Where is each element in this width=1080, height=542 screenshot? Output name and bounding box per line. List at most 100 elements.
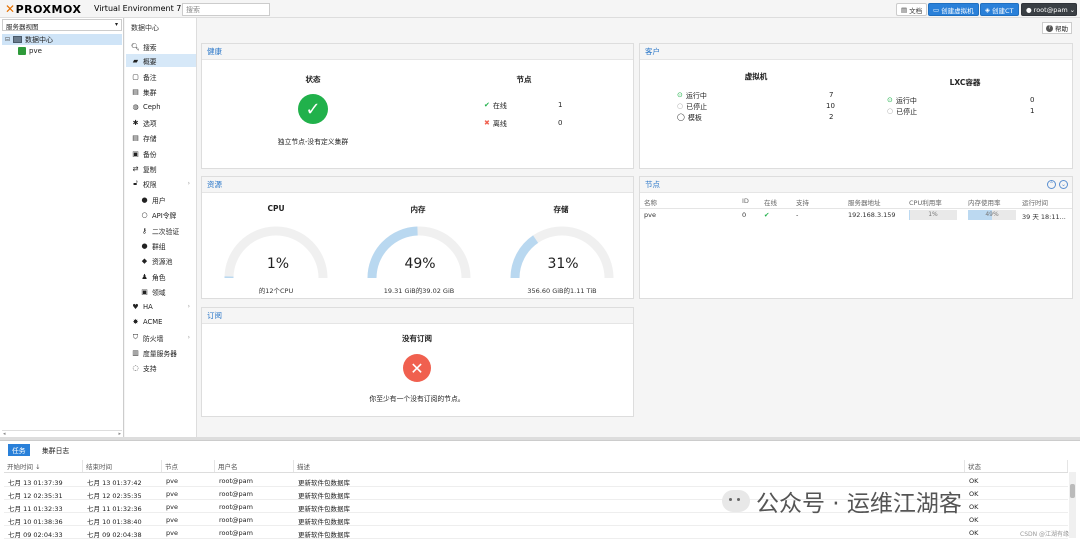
nav-item[interactable]: ✸ ACME (126, 315, 196, 328)
nav-item[interactable]: ▢ 备注 (126, 70, 196, 83)
vm-template-count: 2 (829, 113, 834, 121)
task-column-header[interactable]: 用户名 (215, 460, 294, 472)
task-desc-cell: 更新软件包数据库 (298, 518, 350, 526)
lxc-title: LXC容器 (949, 78, 981, 87)
nodes-column-header[interactable]: 服务器地址 (848, 197, 908, 207)
subscription-text: 你至少有一个没有订阅的节点。 (369, 395, 465, 403)
question-icon: ? (1046, 24, 1053, 32)
memory-gauge-value: 49% (404, 256, 436, 272)
nodes-column-header[interactable]: 名称 (644, 197, 740, 207)
nodes-column-header[interactable]: 在线 (764, 197, 794, 207)
panel-title: 健康 (202, 44, 633, 60)
docs-button[interactable]: ▤ 文档 (896, 3, 928, 16)
task-status-cell: OK (969, 477, 979, 485)
task-status-cell: OK (969, 503, 979, 511)
task-node-cell: pve (166, 477, 178, 485)
tree-item-node[interactable]: pve (18, 45, 118, 56)
vm-stopped-count: 10 (826, 102, 835, 110)
nav-item[interactable]: ◍ Ceph (126, 100, 196, 113)
nodes-column-header[interactable]: CPU利用率 (909, 197, 967, 207)
node-name-cell[interactable]: pve (644, 211, 656, 219)
task-status-cell: OK (969, 516, 979, 524)
book-icon: ▰ (132, 56, 139, 65)
user-menu-button[interactable]: ● root@pam ⌄ (1021, 3, 1077, 16)
storage-gauge-title: 存储 (553, 205, 569, 214)
nav-item[interactable]: ● 用户 (126, 193, 196, 206)
memory-gauge (367, 226, 471, 279)
nav-item[interactable]: ● 群组 (126, 239, 196, 252)
task-column-header[interactable]: 开始时间 ↓ (4, 460, 83, 472)
nodes-column-header[interactable]: ID (742, 197, 762, 205)
nav-item[interactable]: ♟ 角色 (126, 270, 196, 283)
tree-horizontal-scrollbar[interactable]: ◂ ▸ (2, 430, 122, 437)
nodes-column-header[interactable]: 内存使用率 (968, 197, 1020, 207)
nav-item-label: 领域 (152, 288, 166, 297)
nodes-offline-row: ✖ 离线 (484, 119, 507, 128)
tab-tasks[interactable]: 任务 (8, 444, 30, 456)
users-icon: ● (141, 241, 148, 250)
task-node-cell: pve (166, 490, 178, 498)
chevron-down-icon: ⌄ (1069, 5, 1076, 14)
nodes-column-header[interactable]: 运行时间 (1022, 197, 1070, 207)
task-user-cell: root@pam (219, 490, 253, 498)
task-row[interactable]: 七月 09 02:04:33 七月 09 02:04:38 pve root@pam 更… (4, 527, 1068, 539)
nav-item[interactable]: ⇄ 复制 (126, 162, 196, 175)
task-scrollbar[interactable] (1069, 472, 1076, 538)
help-button[interactable]: ? 帮助 (1042, 22, 1072, 34)
create-vm-button[interactable]: ▭ 创建虚拟机 (928, 3, 979, 16)
task-column-header[interactable]: 状态 (965, 460, 1068, 472)
tree-item-datacenter[interactable]: ⊟ 数据中心 (2, 34, 122, 45)
times-icon: ✖ (484, 119, 490, 127)
nav-item[interactable]: ◆ 资源池 (126, 254, 196, 267)
memory-gauge-title: 内存 (410, 205, 426, 214)
heartbeat-icon: ♥ (132, 302, 139, 311)
nav-item[interactable]: ◌ 支持 (126, 361, 196, 374)
cpu-usage-bar: 1% (909, 210, 957, 220)
certificate-icon: ✸ (132, 317, 139, 326)
retweet-icon: ⇄ (132, 164, 139, 173)
floppy-icon: ▣ (132, 149, 139, 158)
task-column-header[interactable]: 结束时间 (83, 460, 162, 472)
proxmox-x-icon: ✕ (5, 2, 16, 16)
tab-cluster-log[interactable]: 集群日志 (38, 444, 73, 456)
collapse-down-icon[interactable]: ⌄ (1059, 180, 1068, 189)
nav-item[interactable]: ▰ 概要 (126, 54, 196, 67)
create-ct-button[interactable]: ◈ 创建CT (980, 3, 1019, 16)
lxc-running-row: ⊙ 运行中 (887, 96, 917, 105)
node-address-cell: 192.168.3.159 (848, 211, 896, 219)
proxmox-logo[interactable]: ✕ PROXMOX (5, 2, 81, 16)
search-input[interactable]: 搜索 (182, 3, 270, 16)
nav-item-label: 集群 (143, 88, 157, 97)
address-book-icon: ▣ (141, 287, 148, 296)
task-column-header[interactable]: 节点 (162, 460, 215, 472)
nav-item[interactable]: ▥ 度量服务器 (126, 346, 196, 359)
task-column-header[interactable]: 描述 (294, 460, 965, 472)
nav-item[interactable]: ▤ 集群 (126, 85, 196, 98)
csdn-watermark: CSDN @江湖有缘 (1020, 531, 1070, 538)
key-icon: ⚷ (141, 226, 148, 235)
brand-text: PROXMOX (15, 2, 82, 16)
nav-item[interactable]: ▣ 领域 (126, 285, 196, 298)
wechat-icon (722, 490, 750, 512)
nav-item[interactable]: ♥ HA › (126, 300, 196, 313)
chevron-right-icon: › (187, 303, 190, 310)
nav-item-label: 用户 (152, 196, 166, 205)
nav-item[interactable]: ⚷ 二次验证 (126, 224, 196, 237)
nav-item[interactable]: ▤ 存储 (126, 131, 196, 144)
storage-gauge-value: 31% (547, 256, 579, 272)
storage-gauge (510, 226, 614, 279)
nav-item[interactable]: ▣ 备份 (126, 147, 196, 160)
collapse-up-icon[interactable]: ⌃ (1047, 180, 1056, 189)
nodes-column-header[interactable]: 支持 (796, 197, 846, 207)
nav-item[interactable]: 🔓︎ 权限 › (126, 177, 196, 190)
lxc-stopped-count: 1 (1030, 107, 1035, 115)
panel-title: 订阅 (202, 308, 633, 324)
view-select[interactable]: 服务器视图 ▾ (2, 19, 122, 31)
subscription-heading: 没有订阅 (402, 334, 432, 343)
nav-item-label: 群组 (152, 242, 166, 251)
nav-item[interactable]: ○ API令牌 (126, 208, 196, 221)
nav-item[interactable]: 🔍︎ 搜索 (126, 40, 196, 53)
nav-item[interactable]: ✱ 选项 (126, 116, 196, 129)
nav-item[interactable]: ⛉ 防火墙 › (126, 331, 196, 344)
vm-stopped-row: ○ 已停止 (677, 102, 708, 111)
